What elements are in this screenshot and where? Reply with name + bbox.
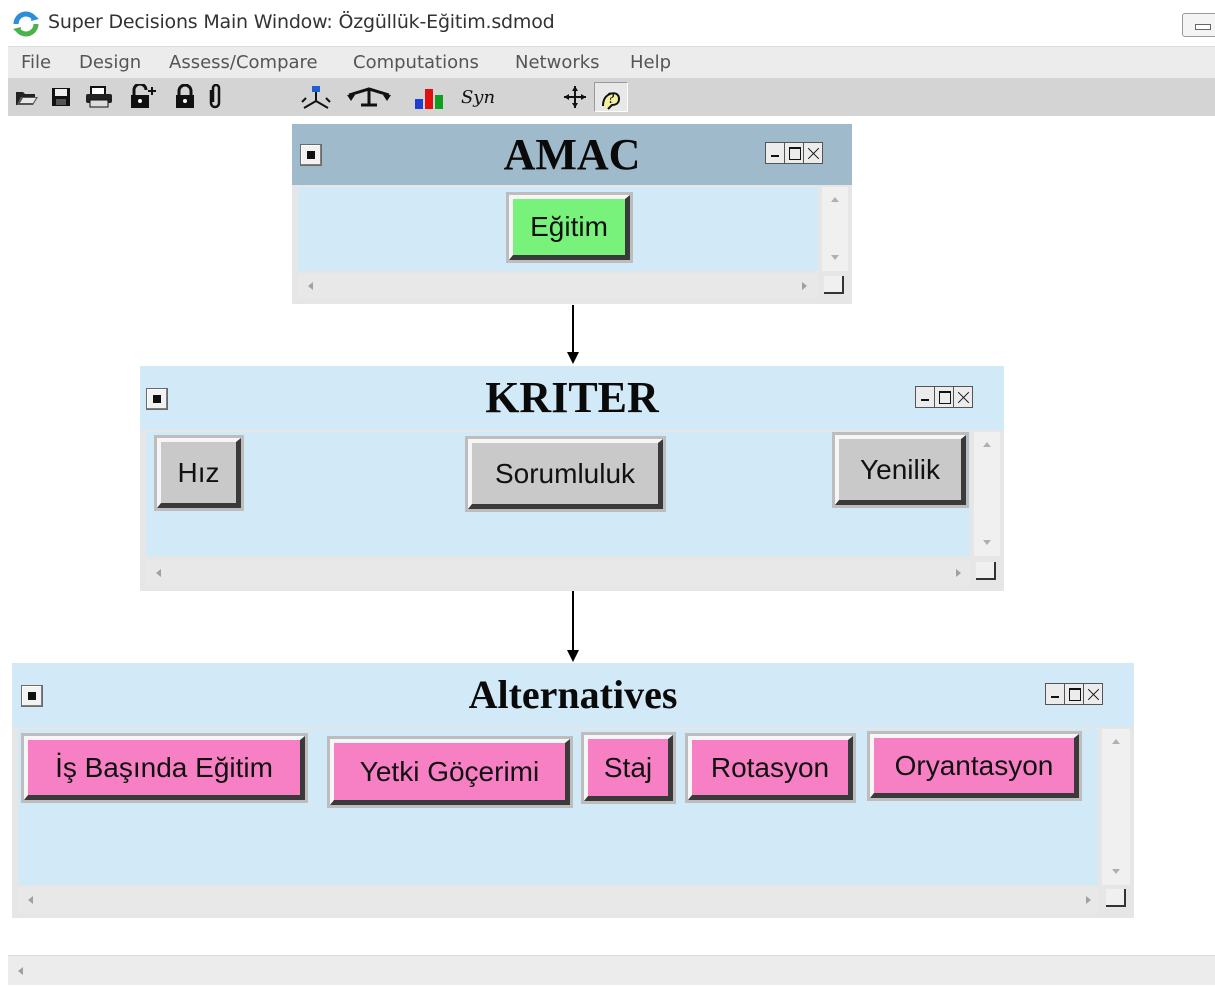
unlock-plus-icon[interactable] <box>126 82 160 112</box>
toolbar: Syn ? <box>8 78 1215 116</box>
cluster-amac-maximize-icon[interactable] <box>784 142 804 164</box>
bar-chart-icon[interactable] <box>412 82 446 112</box>
minimize-window-icon[interactable] <box>1182 13 1215 37</box>
cluster-kriter-vertical-scrollbar[interactable] <box>974 432 1000 556</box>
save-icon[interactable] <box>46 82 76 112</box>
menu-design[interactable]: Design <box>79 52 141 73</box>
cluster-amac-vertical-scrollbar[interactable] <box>822 187 848 271</box>
menu-help[interactable]: Help <box>630 52 671 73</box>
cluster-amac-close-icon[interactable] <box>803 142 823 164</box>
cluster-alternatives-window-controls <box>1045 683 1103 705</box>
cluster-kriter-header: KRITER <box>140 366 1004 430</box>
cluster-alternatives-header: Alternatives <box>12 663 1134 727</box>
cluster-kriter-menu-icon[interactable] <box>146 388 168 410</box>
attach-icon[interactable] <box>204 82 226 112</box>
synthesize-button[interactable]: Syn <box>456 82 500 112</box>
cluster-amac-title: AMAC <box>503 130 641 179</box>
menu-networks[interactable]: Networks <box>515 52 600 73</box>
cluster-amac-minimize-icon[interactable] <box>765 142 785 164</box>
menu-bar: File Design Assess/Compare Computations … <box>8 46 1215 78</box>
node-rotasyon[interactable]: Rotasyon <box>685 733 856 803</box>
connector-kriter-alternatives <box>572 591 574 651</box>
main-window: Super Decisions Main Window: Özgüllük-Eğ… <box>0 0 1215 990</box>
main-horizontal-scrollbar[interactable] <box>8 955 1215 985</box>
title-bar: Super Decisions Main Window: Özgüllük-Eğ… <box>0 0 1215 46</box>
node-staj[interactable]: Staj <box>581 732 676 804</box>
cluster-kriter-close-icon[interactable] <box>953 386 973 408</box>
cluster-amac-horizontal-scrollbar[interactable] <box>298 274 818 298</box>
help-pointer-icon[interactable]: ? <box>594 82 628 112</box>
cluster-kriter-maximize-icon[interactable] <box>934 386 954 408</box>
cluster-alternatives-vertical-scrollbar[interactable] <box>1102 729 1130 885</box>
cluster-alternatives-title: Alternatives <box>468 672 678 717</box>
cluster-kriter-window-controls <box>915 386 973 408</box>
synthesize-label: Syn <box>460 86 496 108</box>
svg-text:?: ? <box>607 91 615 107</box>
node-egitim[interactable]: Eğitim <box>506 192 633 263</box>
cluster-kriter-title: KRITER <box>485 373 659 422</box>
cluster-amac-menu-icon[interactable] <box>300 144 322 166</box>
cluster-amac-resize-grip[interactable] <box>824 276 844 294</box>
cluster-alternatives-minimize-icon[interactable] <box>1045 683 1065 705</box>
move-crosshair-icon[interactable] <box>560 82 590 112</box>
node-hiz[interactable]: Hız <box>154 435 244 511</box>
lock-icon[interactable] <box>171 82 199 112</box>
node-is-basinda-egitim[interactable]: İş Başında Eğitim <box>21 733 308 803</box>
cluster-alternatives-horizontal-scrollbar[interactable] <box>18 887 1098 913</box>
print-icon[interactable] <box>82 82 116 112</box>
cluster-kriter-horizontal-scrollbar[interactable] <box>146 560 970 586</box>
compare-balance-icon[interactable] <box>344 82 394 112</box>
menu-computations[interactable]: Computations <box>353 52 479 73</box>
cluster-alternatives-maximize-icon[interactable] <box>1064 683 1084 705</box>
node-yetki-gocerimi[interactable]: Yetki Göçerimi <box>327 736 573 808</box>
cluster-alternatives-resize-grip[interactable] <box>1106 889 1126 907</box>
cluster-amac-window-controls <box>765 142 823 164</box>
window-title: Super Decisions Main Window: Özgüllük-Eğ… <box>48 11 555 33</box>
menu-file[interactable]: File <box>21 52 51 73</box>
node-oryantasyon[interactable]: Oryantasyon <box>867 731 1082 801</box>
node-yenilik[interactable]: Yenilik <box>832 432 969 508</box>
connector-amac-kriter-arrowhead <box>567 352 579 364</box>
open-folder-icon[interactable] <box>12 82 42 112</box>
node-sorumluluk[interactable]: Sorumluluk <box>465 436 666 512</box>
cluster-alternatives-close-icon[interactable] <box>1083 683 1103 705</box>
super-decisions-app-icon <box>13 11 39 37</box>
cluster-kriter-resize-grip[interactable] <box>976 562 996 580</box>
cluster-alternatives-menu-icon[interactable] <box>21 685 43 707</box>
connector-amac-kriter <box>572 305 574 353</box>
network-structure-icon[interactable] <box>298 82 334 112</box>
connector-kriter-alternatives-arrowhead <box>567 650 579 662</box>
menu-assess-compare[interactable]: Assess/Compare <box>169 52 318 73</box>
cluster-kriter-minimize-icon[interactable] <box>915 386 935 408</box>
